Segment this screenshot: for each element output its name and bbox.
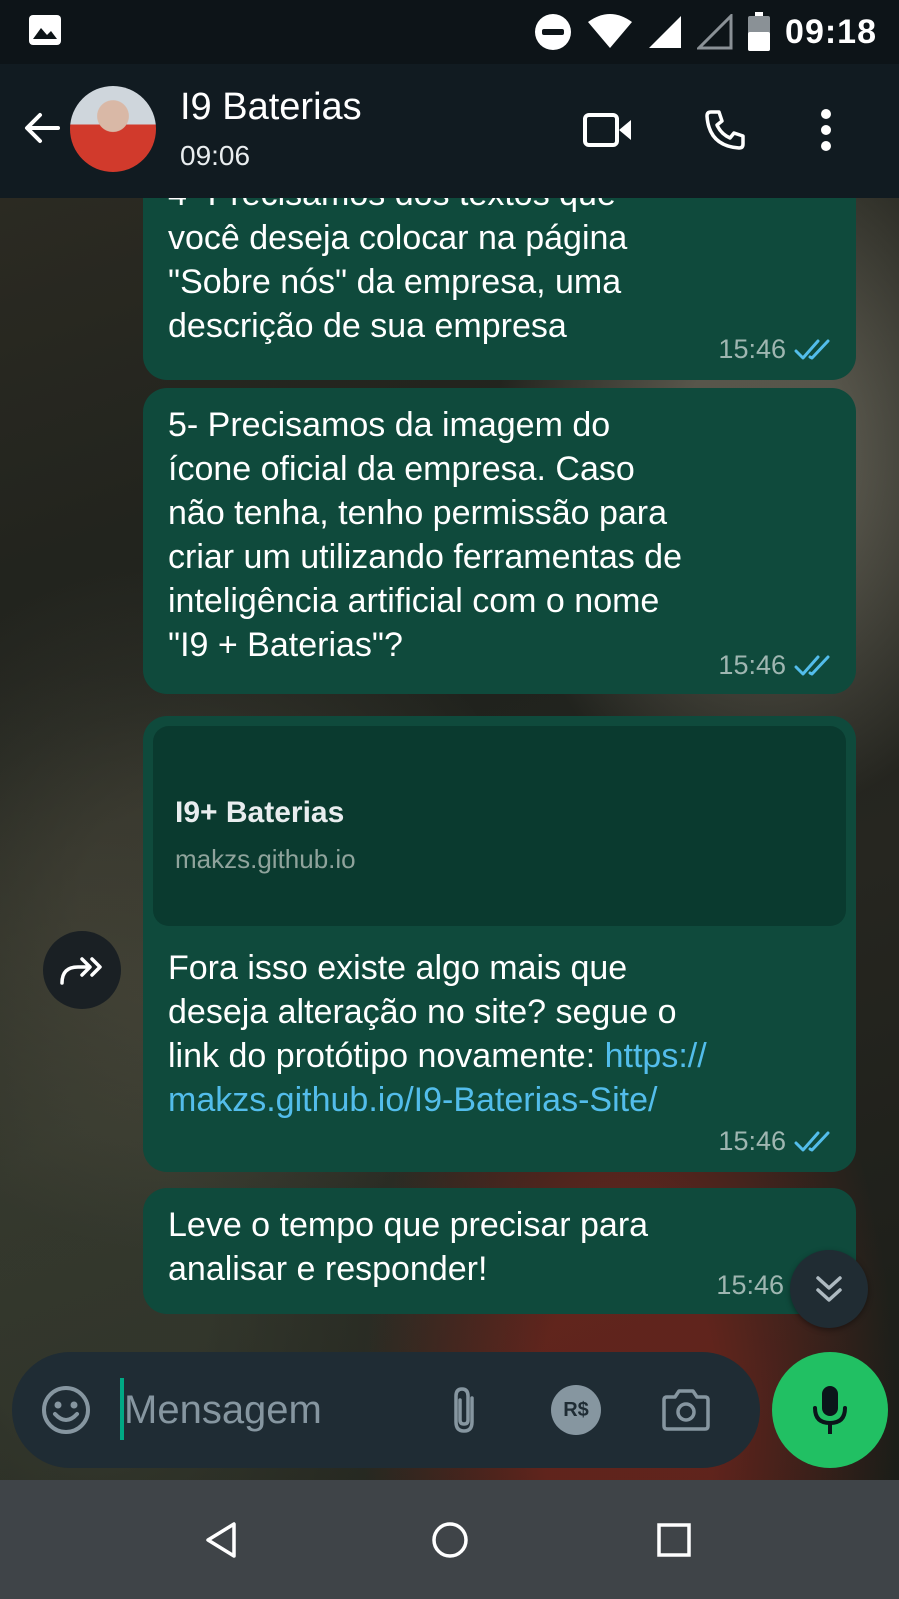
attach-button[interactable]: [436, 1382, 492, 1438]
message-line: Leve o tempo que precisar para: [168, 1206, 649, 1244]
system-navigation-bar: [0, 1480, 899, 1599]
message-text: 5- Precisamos da imagem do ícone oficial…: [168, 403, 828, 667]
forward-button[interactable]: [43, 931, 121, 1009]
nav-recents-button[interactable]: [642, 1508, 706, 1572]
dnd-icon: [535, 14, 572, 50]
phone-icon: [705, 110, 745, 150]
message-line: 4- Precisamos dos textos que: [168, 198, 828, 216]
message-line: deseja alteração no site? segue o: [168, 993, 677, 1031]
message-bubble-with-link-preview[interactable]: I9+ Baterias makzs.github.io Fora isso e…: [143, 716, 856, 1172]
message-line: "Sobre nós" da empresa, uma: [168, 263, 622, 301]
message-time: 15:46: [718, 650, 786, 680]
nav-back-button[interactable]: [190, 1508, 254, 1572]
camera-icon: [662, 1389, 710, 1431]
message-line-text: link do protótipo novamente:: [168, 1037, 605, 1075]
contact-name[interactable]: I9 Baterias: [180, 86, 362, 129]
mic-icon: [813, 1386, 847, 1434]
contact-status: 09:06: [180, 140, 251, 171]
message-text: Fora isso existe algo mais que deseja al…: [168, 946, 828, 1122]
status-bar: 09:18: [0, 0, 899, 64]
message-line: você deseja colocar na página: [168, 219, 628, 257]
more-vert-icon: [821, 109, 831, 151]
signal-empty-icon: [697, 14, 733, 50]
video-call-button[interactable]: [580, 102, 636, 158]
message-line: não tenha, tenho permissão para: [168, 494, 668, 532]
chat-area[interactable]: 4- Precisamos dos textos que você deseja…: [0, 198, 899, 1480]
emoji-icon[interactable]: [38, 1382, 94, 1438]
message-link[interactable]: makzs.github.io/I9-Baterias-Site/: [168, 1078, 828, 1122]
message-line: 5- Precisamos da imagem do: [168, 406, 611, 444]
wifi-icon: [588, 14, 633, 48]
double-chevron-down-icon: [816, 1276, 842, 1302]
link-preview-domain: makzs.github.io: [175, 844, 356, 874]
message-link[interactable]: https://: [605, 1037, 707, 1075]
message-line: criar um utilizando ferramentas de: [168, 538, 683, 576]
gallery-icon: [29, 15, 61, 45]
message-input[interactable]: [124, 1374, 444, 1446]
attach-icon: [454, 1387, 474, 1433]
message-text: 4- Precisamos dos textos que você deseja…: [168, 198, 828, 348]
message-line: link do protótipo novamente: https://: [168, 1034, 828, 1078]
status-time: 09:18: [785, 12, 877, 51]
message-meta: 15:46: [718, 334, 836, 365]
battery-icon: [748, 12, 771, 51]
message-meta: 15:46: [718, 1126, 836, 1157]
message-bubble[interactable]: Leve o tempo que precisar para analisar …: [143, 1188, 856, 1314]
message-line: ícone oficial da empresa. Caso: [168, 450, 635, 488]
message-line: Fora isso existe algo mais que: [168, 949, 628, 987]
more-options-button[interactable]: [798, 102, 854, 158]
link-preview-title: I9+ Baterias: [175, 796, 345, 829]
message-composer: R$: [12, 1352, 760, 1468]
voice-call-button[interactable]: [697, 102, 753, 158]
double-check-icon: [794, 339, 830, 359]
back-arrow-icon[interactable]: [18, 104, 66, 152]
link-preview[interactable]: I9+ Baterias makzs.github.io: [153, 726, 846, 926]
message-bubble[interactable]: 5- Precisamos da imagem do ícone oficial…: [143, 388, 856, 694]
nav-home-button[interactable]: [418, 1508, 482, 1572]
message-time: 15:46: [718, 334, 786, 364]
avatar[interactable]: [70, 86, 156, 172]
voice-record-button[interactable]: [772, 1352, 888, 1468]
nav-back-icon: [206, 1522, 236, 1558]
nav-home-icon: [432, 1522, 468, 1558]
video-call-icon: [583, 113, 631, 147]
double-check-icon: [794, 655, 830, 675]
camera-button[interactable]: [658, 1382, 714, 1438]
message-time: 15:46: [718, 1126, 786, 1156]
payment-icon: R$: [551, 1385, 601, 1435]
nav-recents-icon: [657, 1523, 691, 1557]
scroll-to-bottom-button[interactable]: [790, 1250, 868, 1328]
forward-icon: [60, 957, 102, 985]
message-time: 15:46: [716, 1270, 784, 1300]
signal-icon: [649, 16, 682, 48]
double-check-icon: [794, 1131, 830, 1151]
message-bubble[interactable]: 4- Precisamos dos textos que você deseja…: [143, 198, 856, 380]
message-meta: 15:46: [718, 650, 836, 681]
payment-button[interactable]: R$: [548, 1382, 604, 1438]
chat-header: I9 Baterias 09:06: [0, 64, 899, 198]
message-line: inteligência artificial com o nome: [168, 582, 660, 620]
message-meta: 15:46: [716, 1270, 784, 1301]
